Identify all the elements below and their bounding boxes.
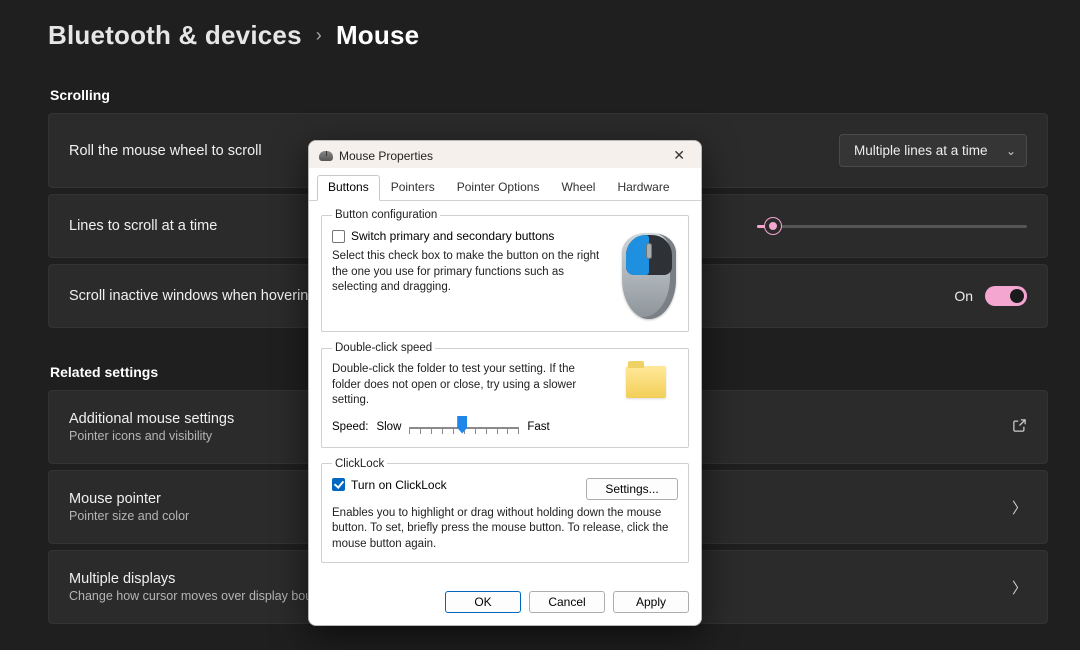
toggle-state-label: On [954, 288, 973, 304]
close-button[interactable]: ✕ [667, 147, 691, 164]
chevron-right-icon: 〉 [1012, 577, 1027, 598]
link-subtitle: Pointer icons and visibility [69, 429, 234, 443]
mouse-illustration [620, 229, 678, 321]
slider-thumb[interactable] [765, 218, 781, 234]
setting-title: Lines to scroll at a time [69, 218, 217, 234]
chevron-right-icon: 〉 [1012, 497, 1027, 518]
checkbox-icon [332, 230, 345, 243]
test-folder-icon[interactable] [626, 366, 666, 398]
group-legend: Button configuration [332, 209, 440, 221]
mouse-properties-dialog: Mouse Properties ✕ Buttons Pointers Poin… [308, 140, 702, 626]
group-double-click-speed: Double-click speed Double-click the fold… [321, 342, 689, 448]
breadcrumb: Bluetooth & devices › Mouse [48, 20, 1048, 51]
switch-buttons-checkbox[interactable]: Switch primary and secondary buttons [332, 229, 606, 243]
group-description: Select this check box to make the button… [332, 249, 606, 296]
fast-label: Fast [527, 421, 549, 433]
slow-label: Slow [376, 421, 401, 433]
dialog-tabs: Buttons Pointers Pointer Options Wheel H… [309, 168, 701, 201]
clicklock-settings-button[interactable]: Settings... [586, 478, 678, 500]
tab-hardware[interactable]: Hardware [606, 175, 680, 201]
dialog-titlebar[interactable]: Mouse Properties ✕ [309, 141, 701, 168]
link-title: Mouse pointer [69, 491, 189, 507]
mouse-icon [319, 151, 333, 161]
checkbox-icon [332, 478, 345, 491]
ok-button[interactable]: OK [445, 591, 521, 613]
group-button-configuration: Button configuration Switch primary and … [321, 209, 689, 332]
scroll-inactive-toggle[interactable] [985, 286, 1027, 306]
open-external-icon [1012, 418, 1027, 437]
slider-track [757, 225, 1027, 228]
dialog-title-text: Mouse Properties [339, 149, 433, 163]
checkbox-label: Turn on ClickLock [351, 478, 447, 492]
breadcrumb-current: Mouse [336, 20, 419, 51]
chevron-down-icon: ⌄ [1006, 144, 1016, 158]
clicklock-checkbox[interactable]: Turn on ClickLock [332, 478, 586, 492]
breadcrumb-parent[interactable]: Bluetooth & devices [48, 20, 302, 51]
group-description: Enables you to highlight or drag without… [332, 506, 678, 553]
group-legend: ClickLock [332, 458, 387, 470]
apply-button[interactable]: Apply [613, 591, 689, 613]
lines-slider[interactable] [757, 218, 1027, 234]
toggle-knob [1010, 289, 1024, 303]
group-clicklock: ClickLock Settings... Turn on ClickLock … [321, 458, 689, 564]
tab-pointer-options[interactable]: Pointer Options [446, 175, 551, 201]
group-description: Double-click the folder to test your set… [332, 362, 606, 409]
setting-title: Roll the mouse wheel to scroll [69, 143, 262, 159]
section-label-scrolling: Scrolling [50, 87, 1048, 103]
dialog-button-row: OK Cancel Apply [309, 583, 701, 625]
link-subtitle: Pointer size and color [69, 509, 189, 523]
cancel-button[interactable]: Cancel [529, 591, 605, 613]
roll-wheel-dropdown[interactable]: Multiple lines at a time ⌄ [839, 134, 1027, 167]
tab-pointers[interactable]: Pointers [380, 175, 446, 201]
double-click-speed-slider[interactable] [409, 417, 519, 437]
dropdown-value: Multiple lines at a time [854, 143, 988, 158]
tab-buttons[interactable]: Buttons [317, 175, 380, 201]
chevron-right-icon: › [316, 25, 322, 46]
link-title: Additional mouse settings [69, 411, 234, 427]
group-legend: Double-click speed [332, 342, 435, 354]
speed-label: Speed: [332, 421, 368, 433]
checkbox-label: Switch primary and secondary buttons [351, 229, 554, 243]
tab-wheel[interactable]: Wheel [550, 175, 606, 201]
